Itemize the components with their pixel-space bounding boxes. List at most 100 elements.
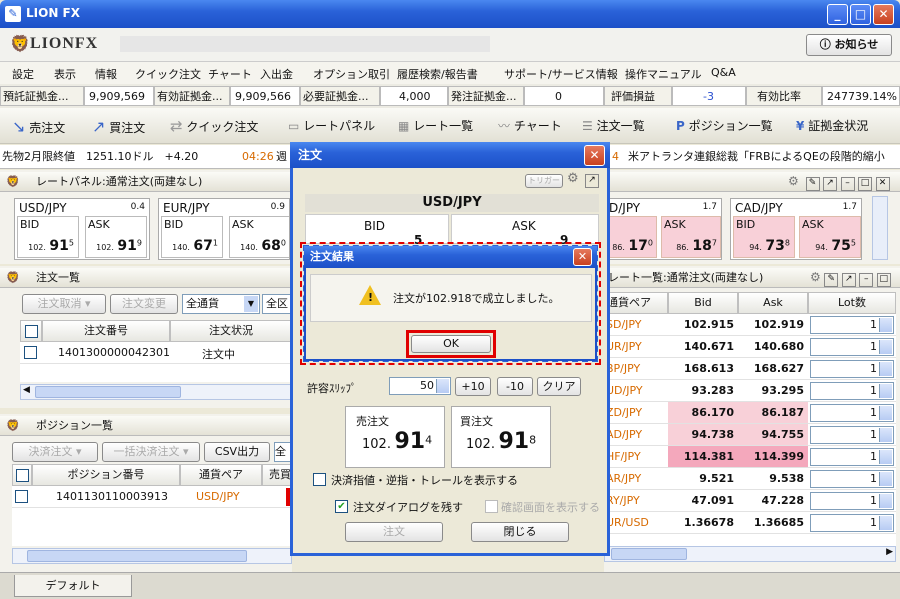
row-checkbox[interactable]: [15, 490, 28, 503]
show-stops-checkbox[interactable]: [313, 473, 326, 486]
menu-info[interactable]: 情報: [95, 66, 117, 82]
card-ask-box[interactable]: ASK 94. 755: [799, 216, 861, 258]
menu-chart[interactable]: チャート: [208, 66, 252, 82]
card-ask-box[interactable]: ASK 140. 680: [229, 216, 289, 258]
rate-ask[interactable]: 1.36685: [738, 512, 808, 533]
menu-qa[interactable]: Q&A: [711, 66, 736, 79]
rate-bid[interactable]: 1.36678: [668, 512, 738, 533]
select-all-checkbox[interactable]: [25, 325, 38, 338]
scroll-thumb[interactable]: [35, 386, 181, 398]
toolbar-order-list[interactable]: ☰ 注文一覧: [582, 117, 645, 134]
minimize-button[interactable]: _: [827, 4, 848, 25]
minimize-panel-icon[interactable]: –: [840, 177, 855, 191]
show-confirm-checkbox[interactable]: [485, 500, 498, 513]
rate-card-eurjpy[interactable]: EUR/JPY 0.9 BID 140. 671 ASK 140. 680: [158, 198, 290, 260]
restore-panel-icon[interactable]: □: [876, 273, 891, 287]
table-row[interactable]: UR/JPY 140.671 140.680 1: [604, 336, 896, 358]
table-row[interactable]: HF/JPY 114.381 114.399 1: [604, 446, 896, 468]
card-ask-box[interactable]: ASK 86. 187: [661, 216, 721, 258]
slippage-plus10-button[interactable]: +10: [455, 377, 491, 396]
card-bid-box[interactable]: BID 102. 915: [17, 216, 79, 258]
rate-ask[interactable]: 168.627: [738, 358, 808, 379]
order-cancel-button[interactable]: 注文取消 ▾: [22, 294, 106, 314]
rate-bid[interactable]: 168.613: [668, 358, 738, 379]
place-order-button[interactable]: 注文: [345, 522, 443, 542]
rate-pair[interactable]: AD/JPY: [606, 424, 666, 445]
table-row[interactable]: BP/JPY 168.613 168.627 1: [604, 358, 896, 380]
order-list-hscroll[interactable]: ◀: [20, 384, 292, 400]
slippage-minus10-button[interactable]: -10: [497, 377, 533, 396]
toolbar-sell-order[interactable]: ↘ 売注文: [12, 117, 65, 136]
close-panel-icon[interactable]: ✕: [875, 177, 890, 191]
toolbar-chart[interactable]: 〰 チャート: [498, 117, 562, 134]
toolbar-margin-status[interactable]: ¥ 証拠金状況: [796, 117, 868, 134]
menu-quick-order[interactable]: クイック注文: [135, 66, 201, 82]
table-row[interactable]: UR/USD 1.36678 1.36685 1: [604, 512, 896, 534]
rate-ask[interactable]: 94.755: [738, 424, 808, 445]
lot-input[interactable]: 1: [810, 426, 894, 444]
lot-input[interactable]: 1: [810, 382, 894, 400]
table-row[interactable]: ZD/JPY 86.170 86.187 1: [604, 402, 896, 424]
trigger-button[interactable]: トリガー: [525, 174, 563, 188]
lot-input[interactable]: 1: [810, 404, 894, 422]
gear-icon[interactable]: ⚙: [810, 270, 821, 284]
rate-ask[interactable]: 114.399: [738, 446, 808, 467]
tab-default[interactable]: デフォルト: [14, 575, 132, 597]
position-list-hscroll[interactable]: [12, 548, 292, 564]
rate-panel-scrollbar[interactable]: [872, 196, 888, 260]
settle-order-button[interactable]: 決済注文 ▾: [12, 442, 98, 462]
gear-icon[interactable]: ⚙: [788, 174, 802, 188]
rate-bid[interactable]: 47.091: [668, 490, 738, 511]
rate-ask[interactable]: 102.919: [738, 314, 808, 335]
rate-pair[interactable]: UR/USD: [606, 512, 666, 533]
order-dialog-bid-box[interactable]: BID 5: [305, 214, 449, 247]
rate-ask[interactable]: 47.228: [738, 490, 808, 511]
minimize-panel-icon[interactable]: –: [859, 273, 874, 287]
card-bid-box[interactable]: BID 140. 671: [161, 216, 223, 258]
rate-ask[interactable]: 93.295: [738, 380, 808, 401]
card-bid-box[interactable]: BID 94. 738: [733, 216, 795, 258]
rate-pair[interactable]: HF/JPY: [606, 446, 666, 467]
rate-bid[interactable]: 102.915: [668, 314, 738, 335]
menu-view[interactable]: 表示: [54, 66, 76, 82]
scroll-right-icon[interactable]: ▶: [886, 547, 893, 557]
table-row[interactable]: 1401130110003913 USD/JPY: [12, 486, 292, 508]
card-ask-box[interactable]: ASK 102. 919: [85, 216, 147, 258]
menu-support[interactable]: サポート/サービス情報: [504, 66, 618, 82]
toolbar-rate-list[interactable]: ▦ レート一覧: [398, 117, 473, 134]
close-dialog-button[interactable]: 閉じる: [471, 522, 569, 542]
rate-pair[interactable]: UR/JPY: [606, 336, 666, 357]
toolbar-buy-order[interactable]: ↗ 買注文: [92, 117, 145, 136]
lot-input[interactable]: 1: [810, 492, 894, 510]
bulk-settle-button[interactable]: 一括決済注文 ▾: [102, 442, 200, 462]
row-checkbox[interactable]: [24, 346, 37, 359]
order-dialog-close-button[interactable]: ✕: [584, 145, 605, 166]
card-bid-box[interactable]: 86. 170: [609, 216, 657, 258]
result-dialog-close-button[interactable]: ✕: [573, 248, 592, 266]
lot-input[interactable]: 1: [810, 360, 894, 378]
close-button[interactable]: ✕: [873, 4, 894, 25]
menu-deposit[interactable]: 入出金: [260, 66, 293, 82]
rate-pair[interactable]: UD/JPY: [606, 380, 666, 401]
table-row[interactable]: 1401300000042301 注文中: [20, 342, 292, 364]
rate-card-usdjpy[interactable]: USD/JPY 0.4 BID 102. 915 ASK 102. 919: [14, 198, 150, 260]
lot-input[interactable]: 1: [810, 316, 894, 334]
slippage-clear-button[interactable]: クリア: [537, 377, 581, 396]
lot-input[interactable]: 1: [810, 514, 894, 532]
rate-bid[interactable]: 140.671: [668, 336, 738, 357]
popout-icon[interactable]: ↗: [585, 174, 599, 188]
slippage-input[interactable]: 50: [389, 377, 451, 395]
rate-ask[interactable]: 9.538: [738, 468, 808, 489]
rate-bid[interactable]: 9.521: [668, 468, 738, 489]
rate-pair[interactable]: ZD/JPY: [606, 402, 666, 423]
rate-ask[interactable]: 140.680: [738, 336, 808, 357]
table-row[interactable]: AD/JPY 94.738 94.755 1: [604, 424, 896, 446]
menu-settings[interactable]: 設定: [12, 66, 34, 82]
rate-pair[interactable]: AR/JPY: [606, 468, 666, 489]
toolbar-rate-panel[interactable]: ▭ レートパネル: [288, 117, 375, 134]
table-row[interactable]: SD/JPY 102.915 102.919 1: [604, 314, 896, 336]
csv-export-button[interactable]: CSV出力: [204, 442, 270, 462]
rate-ask[interactable]: 86.187: [738, 402, 808, 423]
table-row[interactable]: AR/JPY 9.521 9.538 1: [604, 468, 896, 490]
sell-order-box[interactable]: 売注文 102. 914: [345, 406, 445, 468]
